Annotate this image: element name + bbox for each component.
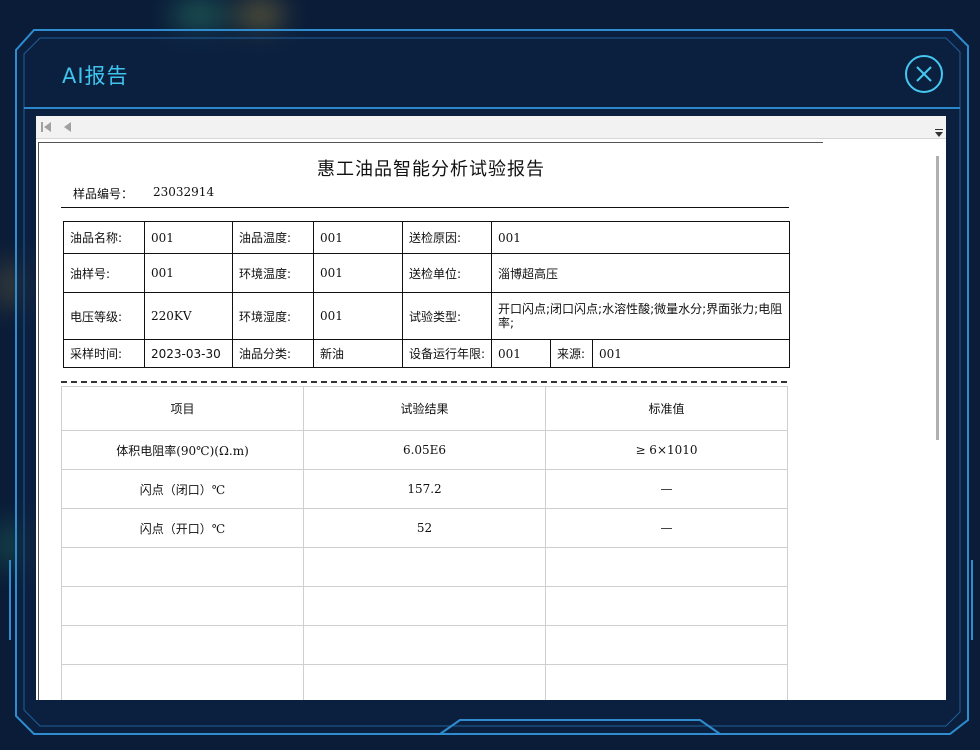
results-header-row: 项目 试验结果 标准值: [61, 386, 788, 431]
sampling-time-label: 采样时间:: [63, 339, 145, 368]
reason-value: 001: [491, 221, 790, 254]
oil-sample-no-label: 油样号:: [63, 253, 145, 293]
info-row: 油样号: 001 环境温度: 001 送检单位: 淄博超高压: [63, 253, 790, 293]
standard-cell: [545, 664, 788, 700]
oil-class-value: 新油: [313, 339, 403, 368]
item-cell: 体积电阻率(90℃)(Ω.m): [61, 430, 304, 470]
item-cell: [61, 586, 304, 626]
env-humidity-value: 001: [313, 292, 403, 340]
sample-no-value: 23032914: [153, 185, 215, 199]
header-item: 项目: [61, 386, 304, 431]
oil-class-label: 油品分类:: [232, 339, 314, 368]
item-cell: [61, 625, 304, 665]
oil-name-label: 油品名称:: [63, 221, 145, 254]
table-row: 闪点（开口）℃ 52 —: [61, 508, 788, 548]
result-cell: 157.2: [303, 469, 546, 509]
result-cell: 52: [303, 508, 546, 548]
reason-label: 送检原因:: [402, 221, 492, 254]
table-row: 体积电阻率(90℃)(Ω.m) 6.05E6 ≥ 6×1010: [61, 430, 788, 470]
info-row: 采样时间: 2023-03-30 油品分类: 新油 设备运行年限: 001 来源…: [63, 339, 790, 368]
vertical-scrollbar[interactable]: [936, 156, 939, 440]
dashed-divider: [61, 381, 787, 383]
info-row: 电压等级: 220KV 环境湿度: 001 试验类型: 开口闪点;闭口闪点;水溶…: [63, 292, 790, 340]
table-row: [61, 625, 788, 665]
env-humidity-label: 环境湿度:: [232, 292, 314, 340]
oil-sample-no-value: 001: [144, 253, 233, 293]
standard-cell: —: [545, 508, 788, 548]
first-page-icon[interactable]: [40, 121, 52, 133]
voltage-label: 电压等级:: [63, 292, 145, 340]
item-cell: [61, 547, 304, 587]
table-row: 闪点（闭口）℃ 157.2 —: [61, 469, 788, 509]
standard-cell: [545, 625, 788, 665]
standard-cell: [545, 586, 788, 626]
item-cell: 闪点（闭口）℃: [61, 469, 304, 509]
close-button[interactable]: [905, 55, 943, 93]
result-cell: 6.05E6: [303, 430, 546, 470]
voltage-value: 220KV: [144, 292, 233, 340]
test-type-label: 试验类型:: [402, 292, 492, 340]
results-table: 项目 试验结果 标准值 体积电阻率(90℃)(Ω.m) 6.05E6 ≥ 6×1…: [61, 386, 788, 700]
unit-value: 淄博超高压: [491, 253, 790, 293]
scroll-area: [823, 139, 946, 700]
close-icon: [916, 66, 932, 82]
run-years-value: 001: [491, 339, 551, 368]
source-label: 来源:: [550, 339, 593, 368]
report-title: 惠工油品智能分析试验报告: [317, 159, 545, 180]
source-value: 001: [592, 339, 790, 368]
dialog-title: AI报告: [62, 64, 129, 88]
report-viewer: 惠工油品智能分析试验报告 样品编号： 23032914 油品名称: 001 油品…: [36, 116, 946, 700]
oil-temp-value: 001: [313, 221, 403, 254]
env-temp-label: 环境温度:: [232, 253, 314, 293]
viewer-toolbar: [36, 116, 946, 139]
oil-temp-label: 油品温度:: [232, 221, 314, 254]
oil-name-value: 001: [144, 221, 233, 254]
result-cell: [303, 625, 546, 665]
env-temp-value: 001: [313, 253, 403, 293]
standard-cell: ≥ 6×1010: [545, 430, 788, 470]
header-result: 试验结果: [303, 386, 546, 431]
standard-cell: [545, 547, 788, 587]
result-cell: [303, 664, 546, 700]
table-row: [61, 586, 788, 626]
result-cell: [303, 547, 546, 587]
standard-cell: —: [545, 469, 788, 509]
unit-label: 送检单位:: [402, 253, 492, 293]
info-table: 油品名称: 001 油品温度: 001 送检原因: 001 油样号: 001 环…: [63, 221, 790, 368]
previous-page-icon[interactable]: [62, 121, 74, 133]
item-cell: [61, 664, 304, 700]
table-row: [61, 547, 788, 587]
test-type-value: 开口闪点;闭口闪点;水溶性酸;微量水分;界面张力;电阻率;: [491, 292, 790, 340]
divider-line: [61, 207, 789, 208]
run-years-label: 设备运行年限:: [402, 339, 492, 368]
scroll-menu-icon[interactable]: [934, 128, 944, 138]
sampling-time-value: 2023-03-30: [144, 339, 233, 368]
sample-no-label: 样品编号：: [73, 187, 134, 201]
report-page: 惠工油品智能分析试验报告 样品编号： 23032914 油品名称: 001 油品…: [38, 142, 824, 700]
item-cell: 闪点（开口）℃: [61, 508, 304, 548]
table-row: [61, 664, 788, 700]
header-standard: 标准值: [545, 386, 788, 431]
info-row: 油品名称: 001 油品温度: 001 送检原因: 001: [63, 221, 790, 254]
result-cell: [303, 586, 546, 626]
